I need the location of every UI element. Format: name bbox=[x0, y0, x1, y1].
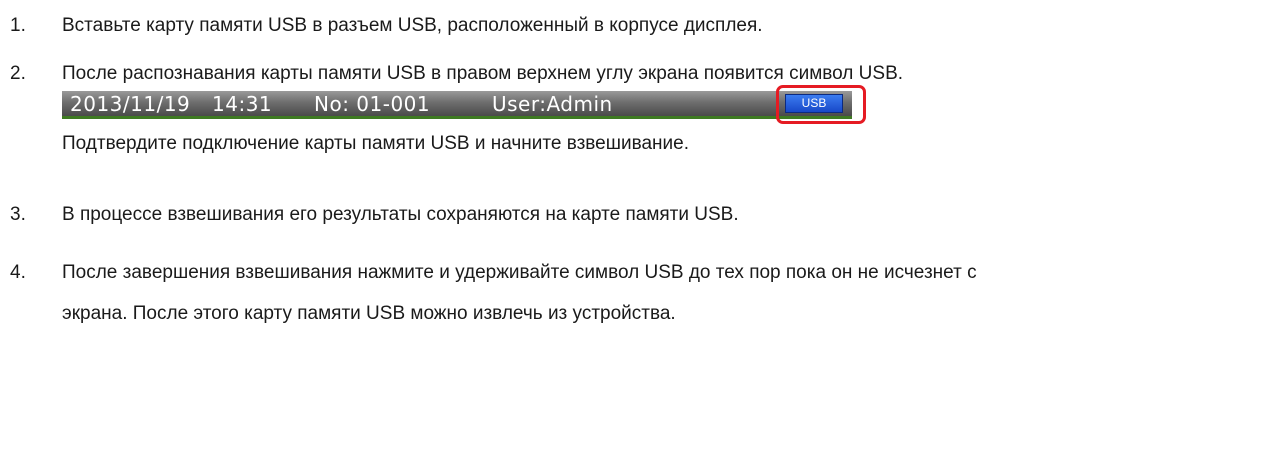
step-3-number: 3. bbox=[10, 204, 26, 225]
step-4-number: 4. bbox=[10, 262, 26, 283]
status-time: 14:31 bbox=[212, 92, 273, 116]
step-3-text: В процессе взвешивания его результаты со… bbox=[62, 204, 739, 225]
status-user: User:Admin bbox=[492, 92, 613, 116]
step-1-number: 1. bbox=[10, 15, 26, 36]
step-1-text: Вставьте карту памяти USB в разъем USB, … bbox=[62, 15, 763, 36]
step-4-text-line-1: После завершения взвешивания нажмите и у… bbox=[62, 262, 977, 283]
step-2-number: 2. bbox=[10, 63, 26, 84]
status-number: No: 01-001 bbox=[314, 92, 431, 116]
step-2-text: После распознавания карты памяти USB в п… bbox=[62, 63, 904, 84]
step-4-text-line-2: экрана. После этого карту памяти USB мож… bbox=[62, 303, 676, 324]
step-2-note-text: Подтвердите подключение карты памяти USB… bbox=[62, 133, 689, 154]
status-date: 2013/11/19 bbox=[70, 92, 191, 116]
status-bar-screenshot: 2013/11/19 14:31 No: 01-001 User:Admin U… bbox=[62, 91, 852, 119]
usb-highlight-frame bbox=[776, 85, 866, 124]
